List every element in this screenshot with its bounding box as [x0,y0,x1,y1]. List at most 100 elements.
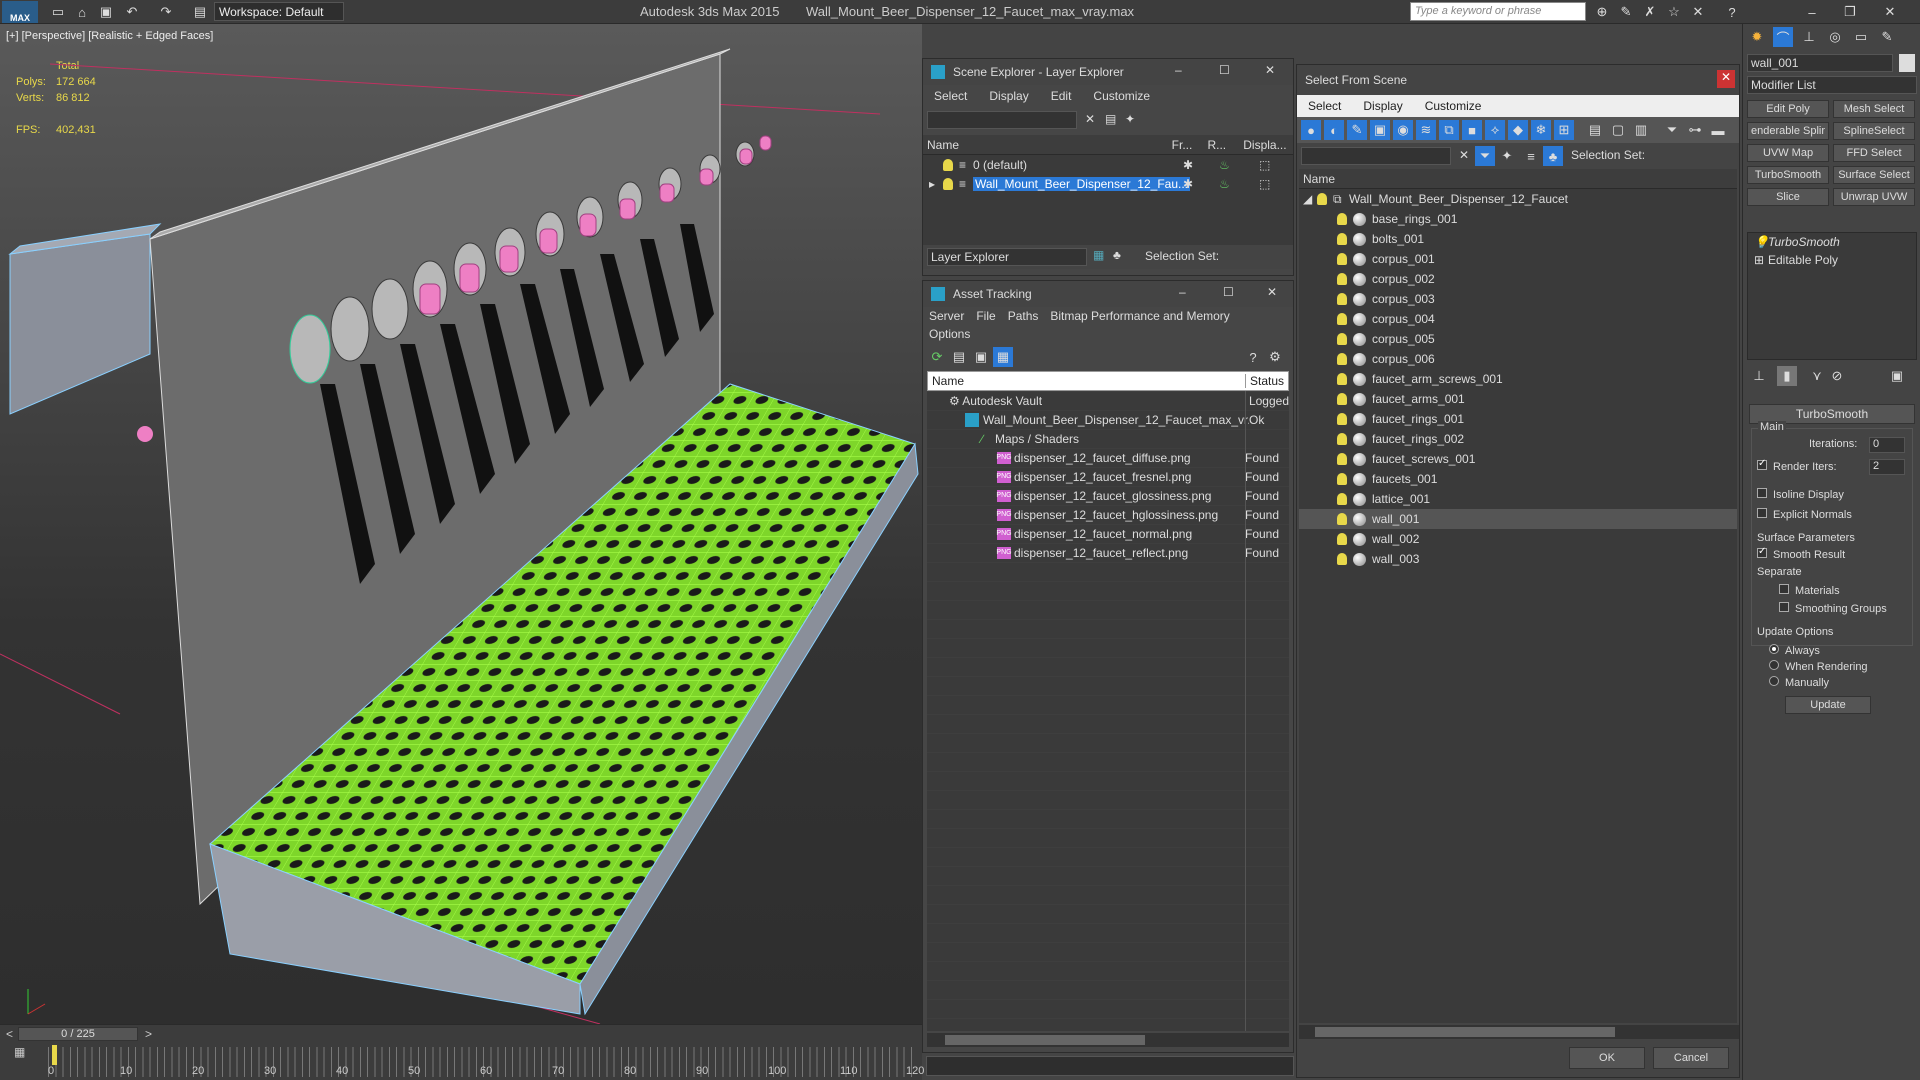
scene-object-row[interactable]: wall_003 [1299,549,1737,569]
ffd-select-button[interactable]: FFD Select [1833,144,1915,162]
minimize-icon[interactable]: – [1175,63,1182,77]
menu-bitmap-performance[interactable]: Bitmap Performance and Memory [1044,309,1235,323]
menu-display[interactable]: Display [1352,99,1413,113]
always-row[interactable]: Always [1769,644,1820,657]
minimize-icon[interactable]: – [1179,285,1186,299]
scene-object-row[interactable]: faucet_rings_001 [1299,409,1737,429]
column-display[interactable]: Displa... [1243,138,1293,152]
layer-row[interactable]: ≡ 0 (default) ✱ ♨ ⬚ [923,155,1293,174]
scene-object-row[interactable]: corpus_002 [1299,269,1737,289]
pin-icon[interactable]: ✗ [1640,2,1660,22]
remove-modifier-icon[interactable]: ⊘ [1827,366,1847,386]
smoothing-groups-checkbox[interactable] [1779,602,1789,612]
help-icon[interactable]: ? [1722,2,1742,22]
light-bulb-icon[interactable] [1337,233,1347,245]
filter-shapes-icon[interactable]: ◐ [1324,120,1344,140]
scene-object-row[interactable]: corpus_005 [1299,329,1737,349]
column-name[interactable]: Name [928,374,1246,388]
scene-object-row[interactable]: faucets_001 [1299,469,1737,489]
materials-checkbox[interactable] [1779,584,1789,594]
edit-poly-button[interactable]: Edit Poly [1747,100,1829,118]
close-icon[interactable]: ✕ [1717,70,1735,88]
menu-select[interactable]: Select [1297,99,1352,113]
scene-object-row[interactable]: faucet_arms_001 [1299,389,1737,409]
manually-row[interactable]: Manually [1769,676,1829,689]
light-bulb-icon[interactable] [1337,473,1347,485]
asset-row[interactable]: PNG dispenser_12_faucet_hglossiness.png … [927,505,1289,524]
tools-icon[interactable]: ✎ [1616,2,1636,22]
scene-object-row[interactable]: corpus_006 [1299,349,1737,369]
layers-icon[interactable]: ≡ [1521,146,1541,166]
when-rendering-radio[interactable] [1769,660,1779,670]
utilities-tab-icon[interactable]: ✎ [1877,27,1897,47]
asset-row[interactable]: PNG dispenser_12_faucet_reflect.png Foun… [927,543,1289,562]
menu-select[interactable]: Select [923,89,978,103]
show-end-result-icon[interactable]: ▮ [1777,366,1797,386]
slice-button[interactable]: Slice [1747,188,1829,206]
explorer-type-dropdown[interactable]: Layer Explorer [927,248,1087,266]
display-icon[interactable]: ⬚ [1259,177,1270,191]
light-bulb-icon[interactable] [943,177,953,190]
asset-row[interactable]: PNG dispenser_12_faucet_fresnel.png Foun… [927,467,1289,486]
menu-file[interactable]: File [970,309,1001,323]
freeze-icon[interactable]: ✱ [1183,177,1193,191]
scene-explorer-titlebar[interactable]: Scene Explorer - Layer Explorer – ☐ ✕ [923,59,1293,85]
select-dependents-icon[interactable]: ⊶ [1685,120,1705,140]
light-bulb-icon[interactable] [1337,413,1347,425]
filter-helpers-icon[interactable]: ◉ [1393,120,1413,140]
unwrap-uvw-button[interactable]: Unwrap UVW [1833,188,1915,206]
asset-row[interactable]: PNG dispenser_12_faucet_diffuse.png Foun… [927,448,1289,467]
scrollbar-thumb[interactable] [1315,1027,1615,1037]
menu-paths[interactable]: Paths [1002,309,1045,323]
pin-stack-icon[interactable]: ⊥ [1749,366,1769,386]
asset-row[interactable]: PNG dispenser_12_faucet_normal.png Found [927,524,1289,543]
stack-item-turbosmooth[interactable]: 💡 TurboSmooth [1748,233,1916,251]
modify-tab-icon[interactable]: ⌒ [1773,27,1793,47]
scene-object-row-selected[interactable]: wall_001 [1299,509,1737,529]
column-render[interactable]: R... [1207,138,1243,152]
update-button[interactable]: Update [1785,696,1871,714]
display-tab-icon[interactable]: ▭ [1851,27,1871,47]
smooth-result-checkbox[interactable] [1757,546,1767,558]
new-file-icon[interactable]: ▭ [48,2,68,22]
time-slider[interactable]: 0 / 225 [18,1027,138,1041]
renderable-spline-button[interactable]: enderable Splir [1747,122,1829,140]
smoothing-groups-row[interactable]: Smoothing Groups [1779,602,1887,615]
render-teapot-icon[interactable]: ♨ [1219,158,1230,172]
layer-tools-icon[interactable]: ✦ [1125,112,1135,126]
thumbnail-view-icon[interactable]: ▣ [971,347,991,367]
expand-icon[interactable]: ▸ [929,177,943,191]
light-bulb-icon[interactable] [1337,313,1347,325]
menu-server[interactable]: Server [923,309,970,323]
filter-bones-icon[interactable]: ⟡ [1485,120,1505,140]
light-bulb-icon[interactable] [1337,273,1347,285]
light-bulb-icon[interactable] [1337,213,1347,225]
timeline-prev-icon[interactable]: < [6,1027,13,1041]
menu-display[interactable]: Display [978,89,1039,103]
app-logo[interactable]: MAX [2,1,38,23]
display-invert-icon[interactable]: ▥ [1631,120,1651,140]
close-icon[interactable]: ✕ [1267,285,1277,299]
iterations-spinner[interactable]: 0 [1869,437,1905,453]
explicit-normals-checkbox[interactable] [1757,508,1767,518]
menu-edit[interactable]: Edit [1040,89,1083,103]
asset-row[interactable]: PNG dispenser_12_faucet_glossiness.png F… [927,486,1289,505]
filter-spacewarps-icon[interactable]: ≋ [1416,120,1436,140]
timeline-next-icon[interactable]: > [145,1027,152,1041]
scene-object-row[interactable]: corpus_004 [1299,309,1737,329]
scene-root-row[interactable]: ◢ ⧉ Wall_Mount_Beer_Dispenser_12_Faucet [1299,189,1737,209]
list-view-icon[interactable]: ▤ [949,347,969,367]
save-icon[interactable]: ▣ [96,2,116,22]
freeze-icon[interactable]: ✱ [1183,158,1193,172]
cancel-button[interactable]: Cancel [1653,1047,1729,1069]
light-bulb-icon[interactable] [1337,513,1347,525]
time-marker[interactable] [52,1045,57,1065]
stack-item-editable-poly[interactable]: ⊞ Editable Poly [1748,251,1916,269]
menu-customize[interactable]: Customize [1082,89,1161,103]
scrollbar-thumb[interactable] [945,1035,1145,1045]
light-bulb-icon[interactable] [1337,293,1347,305]
collapse-icon[interactable]: ◢ [1303,192,1317,206]
uvw-map-button[interactable]: UVW Map [1747,144,1829,162]
filter-hidden-icon[interactable]: ⊞ [1554,120,1574,140]
always-radio[interactable] [1769,644,1779,654]
